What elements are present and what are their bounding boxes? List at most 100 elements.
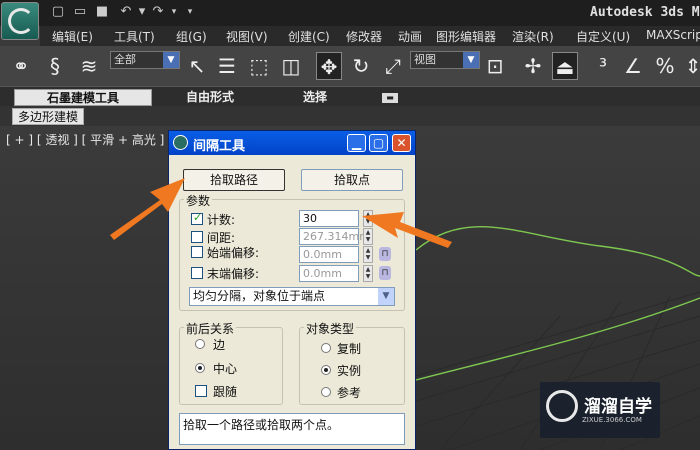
open-file-icon[interactable]: ▭ — [72, 4, 88, 20]
distribution-value: 均匀分隔，对象位于端点 — [193, 289, 326, 303]
rectangular-selection-icon[interactable]: ⬚ — [246, 52, 272, 80]
menu-edit[interactable]: 编辑(E) — [52, 28, 93, 45]
menu-customize[interactable]: 自定义(U) — [576, 28, 630, 45]
save-icon[interactable]: ■ — [94, 4, 110, 20]
follow-checkbox[interactable] — [195, 385, 207, 397]
customize-toolbar-icon[interactable]: ▾ — [182, 4, 198, 20]
menu-maxscript[interactable]: MAXScript — [646, 28, 700, 42]
menu-views[interactable]: 视图(V) — [226, 28, 268, 45]
spinner-snap-icon[interactable]: ⇕ — [680, 52, 700, 80]
select-and-scale-icon[interactable]: ⤢ — [380, 52, 406, 80]
unlink-icon[interactable]: § — [42, 52, 68, 80]
start-offset-lock-icon[interactable]: ⊓ — [379, 247, 391, 261]
title-bar: ▢ ▭ ■ ↶ ▾ ↷ ▾ ▾ Autodesk 3ds M — [0, 0, 700, 40]
undo-dropdown-icon[interactable]: ▾ — [134, 4, 150, 20]
select-and-manipulate-icon[interactable]: ✢ — [520, 52, 546, 80]
count-field[interactable]: 30 — [299, 210, 359, 227]
context-group-label: 前后关系 — [184, 320, 237, 337]
spacing-checkbox[interactable] — [191, 231, 203, 243]
start-offset-checkbox[interactable] — [191, 246, 203, 258]
end-offset-checkbox[interactable] — [191, 267, 203, 279]
start-offset-spinner-icon[interactable]: ▲ ▼ — [363, 246, 373, 263]
menu-graph-editors[interactable]: 图形编辑器 — [436, 28, 496, 45]
spacing-field[interactable]: 267.314mm — [299, 228, 370, 245]
chevron-down-icon: ▼ — [463, 52, 479, 68]
menu-create[interactable]: 创建(C) — [288, 28, 330, 45]
pick-path-button[interactable]: 拾取路径 — [183, 169, 285, 191]
app-logo-icon[interactable] — [1, 2, 39, 40]
ribbon-options-icon[interactable]: ▬ — [382, 93, 398, 103]
context-edges-radio[interactable] — [195, 339, 205, 349]
percent-snap-icon[interactable]: % — [652, 52, 678, 80]
spacing-tool-dialog: 间隔工具 ▁ ▢ ✕ 拾取路径 拾取点 参数 计数: 30 ▲▼ 间距: 267… — [168, 130, 416, 450]
context-edges-label: 边 — [213, 338, 226, 352]
select-by-name-icon[interactable]: ☰ — [214, 52, 240, 80]
context-centers-label: 中心 — [213, 362, 238, 376]
redo-dropdown-icon[interactable]: ▾ — [166, 4, 182, 20]
distribution-dropdown[interactable]: 均匀分隔，对象位于端点 ▼ — [189, 287, 395, 306]
instance-label: 实例 — [337, 364, 362, 378]
tab-selection[interactable]: 选择 — [280, 89, 350, 106]
context-centers-radio[interactable] — [195, 363, 205, 373]
select-and-rotate-icon[interactable]: ↻ — [348, 52, 374, 80]
graphite-ribbon: 石墨建模工具 自由形式 选择 ▬ — [0, 86, 700, 106]
tab-freeform[interactable]: 自由形式 — [160, 89, 260, 106]
spline-lower — [415, 297, 700, 381]
watermark-logo-icon — [546, 390, 578, 422]
menu-group[interactable]: 组(G) — [176, 28, 207, 45]
close-icon[interactable]: ✕ — [392, 134, 411, 152]
menu-rendering[interactable]: 渲染(R) — [512, 28, 554, 45]
count-spinner-icon[interactable]: ▲ ▼ — [363, 210, 373, 227]
select-and-move-icon[interactable]: ✥ — [316, 52, 342, 80]
reference-label: 参考 — [337, 386, 362, 400]
menu-modifiers[interactable]: 修改器 — [346, 28, 382, 45]
reference-radio[interactable] — [321, 387, 331, 397]
chevron-down-icon: ▼ — [163, 52, 179, 68]
menu-animation[interactable]: 动画 — [398, 28, 422, 45]
ribbon-subpanel: 多边形建模 — [0, 106, 700, 126]
status-prompt: 拾取一个路径或拾取两个点。 — [179, 413, 405, 445]
copy-radio[interactable] — [321, 343, 331, 353]
reference-coordinate-value: 视图 — [414, 53, 436, 66]
end-offset-spinner-icon[interactable]: ▲ ▼ — [363, 265, 373, 282]
select-object-icon[interactable]: ↖ — [184, 52, 210, 80]
chevron-down-icon: ▼ — [378, 288, 394, 305]
keyboard-shortcut-override-icon[interactable]: ⏏ — [552, 52, 578, 80]
spline-path — [415, 226, 700, 277]
end-offset-label: 末端偏移: — [207, 267, 260, 281]
menu-tools[interactable]: 工具(T) — [114, 28, 155, 45]
pick-points-button[interactable]: 拾取点 — [301, 169, 403, 191]
new-file-icon[interactable]: ▢ — [50, 4, 66, 20]
main-toolbar: ⚭ § ≋ 全部 ▼ ↖ ☰ ⬚ ◫ ✥ ↻ ⤢ 视图 ▼ ⊡ ✢ ⏏ ³ ∠ % … — [0, 46, 700, 86]
spacing-spinner-icon[interactable]: ▲ ▼ — [363, 228, 373, 245]
snaps-toggle-icon[interactable]: ³ — [590, 52, 616, 80]
site-watermark: 溜溜自学 ZIXUE.3066.COM — [540, 382, 660, 438]
start-offset-label: 始端偏移: — [207, 246, 260, 260]
params-group-label: 参数 — [184, 192, 213, 209]
instance-radio[interactable] — [321, 365, 331, 375]
tab-polygon-modeling[interactable]: 多边形建模 — [12, 108, 84, 125]
window-title: Autodesk 3ds M — [590, 5, 700, 20]
selection-filter-value: 全部 — [114, 53, 136, 66]
dialog-titlebar[interactable]: 间隔工具 ▁ ▢ ✕ — [169, 131, 415, 155]
window-crossing-icon[interactable]: ◫ — [278, 52, 304, 80]
bind-spacewarp-icon[interactable]: ≋ — [76, 52, 102, 80]
undo-icon[interactable]: ↶ — [118, 4, 134, 20]
start-offset-field[interactable]: 0.0mm — [299, 246, 359, 263]
minimize-icon[interactable]: ▁ — [347, 134, 366, 152]
link-icon[interactable]: ⚭ — [8, 52, 34, 80]
reference-coordinate-dropdown[interactable]: 视图 ▼ — [410, 51, 480, 69]
selection-filter-dropdown[interactable]: 全部 ▼ — [110, 51, 180, 69]
tab-graphite-modeling[interactable]: 石墨建模工具 — [14, 89, 152, 106]
count-checkbox[interactable] — [191, 211, 203, 225]
object-type-group-label: 对象类型 — [304, 320, 357, 337]
end-offset-field[interactable]: 0.0mm — [299, 265, 359, 282]
watermark-title: 溜溜自学 — [584, 397, 652, 417]
angle-snap-icon[interactable]: ∠ — [620, 52, 646, 80]
end-offset-lock-icon[interactable]: ⊓ — [379, 266, 391, 280]
follow-label: 跟随 — [213, 385, 238, 399]
pivot-center-icon[interactable]: ⊡ — [482, 52, 508, 80]
menu-bar: 编辑(E) 工具(T) 组(G) 视图(V) 创建(C) 修改器 动画 图形编辑… — [40, 26, 700, 46]
maximize-icon[interactable]: ▢ — [369, 134, 388, 152]
redo-icon[interactable]: ↷ — [150, 4, 166, 20]
